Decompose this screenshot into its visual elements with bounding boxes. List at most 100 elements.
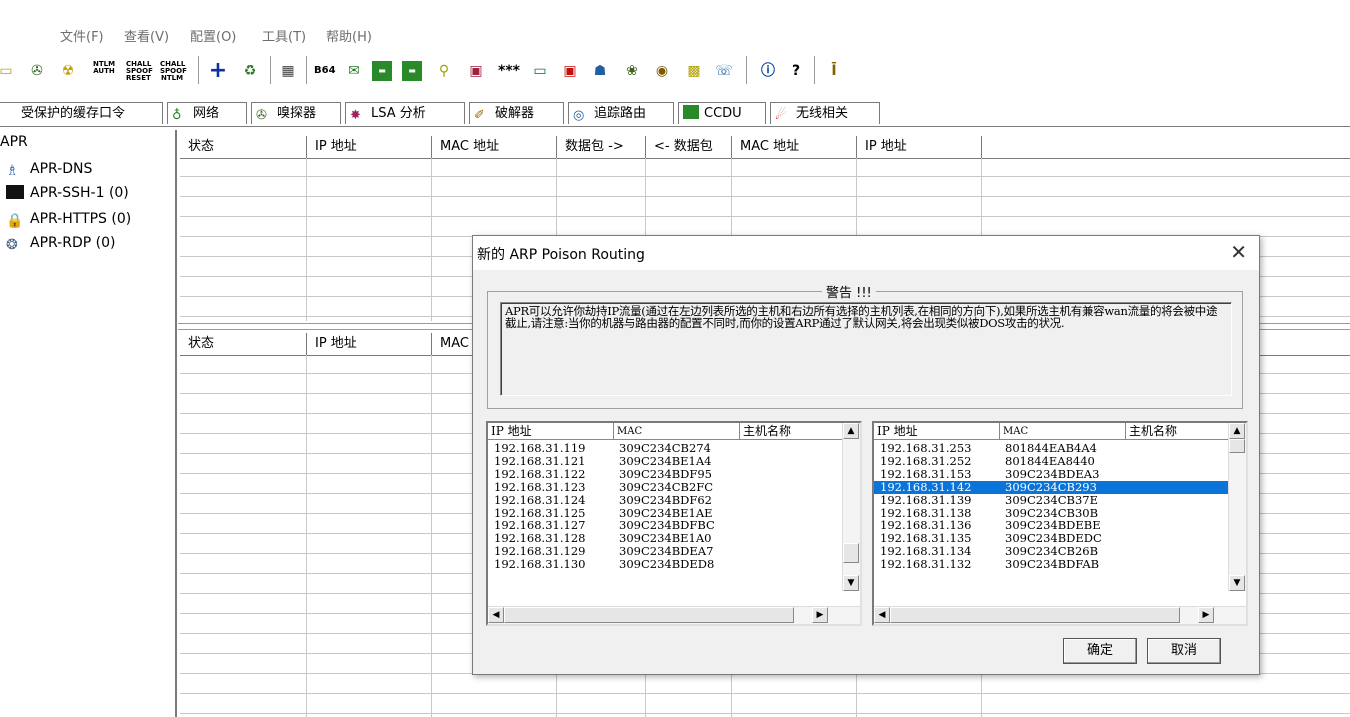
wireless-key-icon[interactable]: ⚲ [434, 61, 454, 81]
list-item[interactable]: 192.168.31.123 309C234CB2FC [488, 480, 844, 494]
col-status[interactable]: 状态 [180, 333, 307, 355]
tab-bar: 受保护的缓存口令 ♁ 网络 ✇ 嗅探器 ✸ LSA 分析 ✐ 破解器 ◎ 追踪路由 CCD… [0, 100, 1350, 127]
scroll-thumb[interactable] [843, 543, 859, 563]
ntlm-hash-icon[interactable]: ▬ [402, 61, 422, 81]
tab-sniffer[interactable]: ✇ 嗅探器 [251, 102, 341, 124]
col-mac[interactable]: MAC [1000, 423, 1126, 440]
hash-calculator-icon[interactable]: ✉ [344, 61, 364, 81]
chall-spoof-reset-icon[interactable]: CHALL SPOOF RESET [126, 61, 153, 82]
ntlm-auth-icon[interactable]: NTLM AUTH [92, 61, 116, 81]
ip-cell: 192.168.31.252 [880, 453, 972, 468]
col-hostname[interactable]: 主机名称 [1126, 423, 1231, 440]
recycle-icon[interactable]: ♻ [240, 61, 260, 81]
key-icon[interactable]: ▩ [684, 61, 704, 81]
scroll-thumb[interactable] [890, 607, 1180, 623]
scroll-thumb[interactable] [1229, 439, 1245, 453]
col-ip[interactable]: IP 地址 [307, 333, 432, 355]
menu-file[interactable]: 文件(F) [60, 26, 104, 45]
left-host-list[interactable]: IP 地址 MAC 主机名称 192.168.31.119 309C234CB27… [486, 421, 862, 626]
horizontal-scrollbar[interactable]: ◀ ▶ [874, 606, 1246, 624]
tab-traceroute[interactable]: ◎ 追踪路由 [568, 102, 674, 124]
wifi-icon[interactable]: ☏ [714, 61, 734, 81]
password-icon[interactable]: *** [498, 61, 520, 81]
list-item[interactable]: 192.168.31.252 801844EA8440 [874, 453, 1230, 468]
scroll-right-icon[interactable]: ▶ [812, 607, 828, 623]
dns-icon: ♗ [6, 163, 19, 179]
sniffer-icon[interactable]: ✇ [27, 61, 47, 81]
rdp-icon: ❂ [6, 237, 18, 253]
scroll-left-icon[interactable]: ◀ [874, 607, 890, 623]
col-mac[interactable]: MAC 地址 [432, 136, 557, 158]
chall-spoof-ntlm-icon[interactable]: CHALL SPOOF NTLM [160, 61, 187, 82]
vertical-scrollbar[interactable]: ▲ ▼ [842, 423, 860, 591]
list-item[interactable]: 192.168.31.132 309C234BDFAB [874, 558, 1230, 571]
exit-icon[interactable]: Ī [824, 61, 844, 81]
col-hostname[interactable]: 主机名称 [740, 423, 845, 440]
horizontal-scrollbar[interactable]: ◀ ▶ [488, 606, 860, 624]
tab-network[interactable]: ♁ 网络 [167, 102, 247, 124]
ip-cell: 192.168.31.130 [494, 557, 586, 572]
grid-line [431, 158, 432, 321]
help-icon[interactable]: ? [786, 61, 806, 81]
list-item[interactable]: 192.168.31.121 309C234BE1A4 [488, 453, 844, 468]
scroll-up-icon[interactable]: ▲ [843, 423, 859, 439]
col-ip-2[interactable]: IP 地址 [857, 136, 982, 158]
tree-item-apr-rdp[interactable]: ❂ APR-RDP (0) [6, 232, 115, 254]
ok-button[interactable]: 确定 [1063, 638, 1137, 664]
tab-cracker[interactable]: ✐ 破解器 [469, 102, 564, 124]
screen-icon[interactable]: ▣ [560, 61, 580, 81]
tree-item-apr-ssh[interactable]: APR-SSH-1 (0) [6, 182, 129, 204]
lock-icon: 🔒 [6, 213, 24, 229]
scroll-right-icon[interactable]: ▶ [1198, 607, 1214, 623]
scroll-thumb[interactable] [504, 607, 794, 623]
menu-tools[interactable]: 工具(T) [262, 26, 306, 45]
vertical-scrollbar[interactable]: ▲ ▼ [1228, 423, 1246, 591]
col-status[interactable]: 状态 [180, 136, 307, 158]
menu-view[interactable]: 查看(V) [124, 26, 169, 45]
scroll-down-icon[interactable]: ▼ [843, 575, 859, 591]
col-packets-out[interactable]: 数据包 -> [557, 136, 646, 158]
list-item[interactable]: 192.168.31.142 309C234CB293 [874, 480, 1230, 494]
col-ip[interactable]: IP 地址 [874, 423, 1000, 440]
tab-protected-cache[interactable]: 受保护的缓存口令 [0, 102, 163, 124]
lm-hash-icon[interactable]: ▬ [372, 61, 392, 81]
list-item[interactable]: 192.168.31.153 309C234BDEA3 [874, 467, 1230, 481]
col-mac-2[interactable]: MAC 地址 [732, 136, 857, 158]
right-host-list[interactable]: IP 地址 MAC 主机名称 192.168.31.253 801844EAB4A… [872, 421, 1248, 626]
col-packets-in[interactable]: <- 数据包 [646, 136, 732, 158]
tree-label: APR-DNS [30, 161, 93, 177]
tab-ccdu[interactable]: CCDU [678, 102, 766, 124]
menu-config[interactable]: 配置(O) [190, 26, 236, 45]
col-mac[interactable]: MAC [614, 423, 740, 440]
scroll-left-icon[interactable]: ◀ [488, 607, 504, 623]
decode-icon[interactable]: ▦ [278, 61, 298, 81]
disk-icon[interactable]: ◉ [652, 61, 672, 81]
info-icon[interactable]: ⓘ [758, 61, 778, 81]
chart-icon[interactable]: ▣ [466, 61, 486, 81]
tree-item-apr-https[interactable]: 🔒 APR-HTTPS (0) [6, 208, 131, 230]
scroll-up-icon[interactable]: ▲ [1229, 423, 1245, 439]
col-ip[interactable]: IP 地址 [307, 136, 432, 158]
close-icon[interactable]: ✕ [1230, 240, 1247, 264]
col-ip[interactable]: IP 地址 [488, 423, 614, 440]
tree-item-apr-dns[interactable]: ♗ APR-DNS [6, 158, 92, 180]
open-folder-icon[interactable]: ▭ [0, 61, 16, 81]
tree-root-apr[interactable]: APR [0, 133, 28, 151]
list-item[interactable]: 192.168.31.122 309C234BDF95 [488, 467, 844, 481]
mac-cell: 309C234BE1A4 [619, 453, 712, 468]
cancel-button[interactable]: 取消 [1147, 638, 1221, 664]
tab-wireless[interactable]: ☄ 无线相关 [770, 102, 880, 124]
list-item[interactable]: 192.168.31.124 309C234BDF62 [488, 493, 844, 507]
list-item[interactable]: 192.168.31.139 309C234CB37E [874, 492, 1230, 507]
scroll-down-icon[interactable]: ▼ [1229, 575, 1245, 591]
ip-cell: 192.168.31.139 [880, 492, 972, 507]
radiation-icon[interactable]: ☢ [58, 61, 78, 81]
tab-lsa[interactable]: ✸ LSA 分析 [345, 102, 465, 124]
monitor-icon[interactable]: ▭ [530, 61, 550, 81]
user-icon[interactable]: ☗ [590, 61, 610, 81]
list-item[interactable]: 192.168.31.130 309C234BDED8 [488, 558, 844, 571]
add-icon[interactable]: + [208, 60, 228, 82]
certificate-icon[interactable]: ❀ [622, 61, 642, 81]
menu-help[interactable]: 帮助(H) [326, 26, 372, 45]
base64-icon[interactable]: B64 [314, 61, 336, 81]
